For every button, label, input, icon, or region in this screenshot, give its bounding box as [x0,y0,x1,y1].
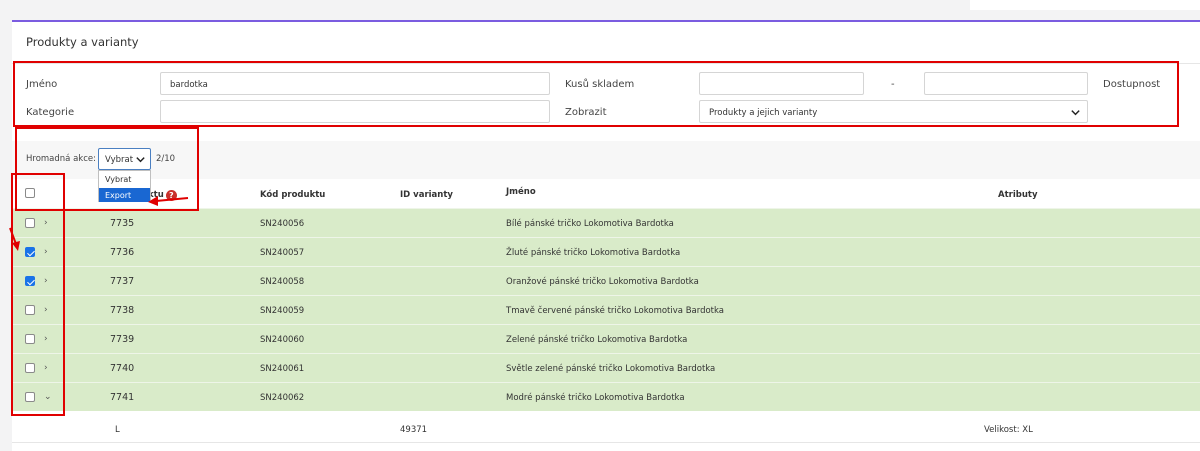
variant-attribute: Velikost: XL [984,425,1033,435]
product-code: SN240060 [260,335,305,345]
chevron-down-icon [136,157,145,163]
show-select[interactable]: Produkty a jejich varianty [699,100,1088,123]
row-checkbox[interactable] [25,305,35,315]
product-name: Zelené pánské tričko Lokomotiva Bardotka [506,335,688,345]
product-id: 7736 [110,247,135,258]
row-checkbox[interactable] [25,334,35,344]
category-input[interactable] [160,100,550,123]
chevron-right-icon[interactable]: › [44,363,48,373]
help-icon[interactable]: ? [165,190,177,201]
product-name: Tmavě červené pánské tričko Lokomotiva B… [506,306,724,316]
product-code-header[interactable]: Kód produktu [260,190,325,200]
product-name: Modré pánské tričko Lokomotiva Bardotka [506,393,685,403]
variant-row: L 49371 Velikost: XL [12,414,1200,443]
availability-label: Dostupnost [1103,79,1161,90]
product-code: SN240061 [260,364,305,374]
selection-count: 2/10 [156,154,176,164]
variant-id: 49371 [400,425,428,435]
row-checkbox[interactable] [25,218,35,228]
product-id: 7741 [110,392,135,403]
product-id: 7735 [110,218,135,229]
products-panel: Produkty a varianty Jméno bardotka Kusů … [12,20,1200,451]
bulk-action-selected: Vybrat [105,155,134,165]
table-row[interactable]: › 7737 SN240058 Oranžové pánské tričko Loko… [12,266,1200,295]
table-row[interactable]: › 7738 SN240059 Tmavě červené pánské tričko… [12,295,1200,324]
stock-label: Kusů skladem [565,79,635,90]
bulk-action-bar: Hromadná akce: Vybrat 2/10 [12,141,1200,179]
name-label: Jméno [26,79,58,90]
bulk-action-label: Hromadná akce: [26,154,96,164]
row-checkbox[interactable] [25,392,35,402]
chevron-right-icon[interactable]: › [44,305,48,315]
dropdown-option-vybrat[interactable]: Vybrat [105,175,131,184]
name-header[interactable]: Jméno [506,187,536,197]
panel-title: Produkty a varianty [26,35,139,49]
product-name: Světle zelené pánské tričko Lokomotiva B… [506,364,716,374]
table-header: ktu? Kód produktu ID varianty Jméno Atri… [12,179,1200,207]
attributes-header[interactable]: Atributy [998,190,1038,200]
stock-separator: - [891,79,895,90]
product-code: SN240058 [260,277,305,287]
product-id-header[interactable]: ktu? [148,190,177,201]
chevron-right-icon[interactable]: › [44,276,48,286]
bulk-action-dropdown: Vybrat Export [98,170,151,202]
stock-from-input[interactable] [699,72,864,95]
show-select-value: Produkty a jejich varianty [709,108,818,118]
chevron-right-icon[interactable]: › [44,247,48,257]
top-right-box [970,0,1200,10]
product-code: SN240056 [260,219,305,229]
select-all-checkbox[interactable] [25,188,35,198]
product-code: SN240059 [260,306,305,316]
variant-marker: L [115,425,120,435]
show-label: Zobrazit [565,107,607,118]
name-input[interactable]: bardotka [160,72,550,95]
product-code: SN240062 [260,393,305,403]
dropdown-option-export[interactable]: Export [99,188,150,202]
product-name: Žluté pánské tričko Lokomotiva Bardotka [506,248,681,258]
row-checkbox[interactable] [25,276,35,286]
table-row[interactable]: › 7735 SN240056 Bílé pánské tričko Lokomoti… [12,208,1200,237]
chevron-down-icon[interactable]: ⌄ [44,392,52,402]
variant-id-header[interactable]: ID varianty [400,190,453,200]
chevron-down-icon [1071,110,1080,116]
row-checkbox[interactable] [25,363,35,373]
table-row[interactable]: › 7740 SN240061 Světle zelené pánské tričko… [12,353,1200,382]
divider [12,63,1200,64]
row-checkbox[interactable] [25,247,35,257]
category-label: Kategorie [26,107,75,118]
bulk-action-select[interactable]: Vybrat [98,148,151,170]
stock-to-input[interactable] [924,72,1088,95]
product-id: 7737 [110,276,135,287]
product-code: SN240057 [260,248,305,258]
chevron-right-icon[interactable]: › [44,218,48,228]
table-row[interactable]: ⌄ 7741 SN240062 Modré pánské tričko Lokomot… [12,382,1200,411]
table-row[interactable]: › 7739 SN240060 Zelené pánské tričko Lokomo… [12,324,1200,353]
product-id: 7739 [110,334,135,345]
product-id: 7740 [110,363,135,374]
product-name: Bílé pánské tričko Lokomotiva Bardotka [506,219,674,229]
table-row[interactable]: › 7736 SN240057 Žluté pánské tričko Lokomot… [12,237,1200,266]
product-id: 7738 [110,305,135,316]
product-name: Oranžové pánské tričko Lokomotiva Bardot… [506,277,699,287]
chevron-right-icon[interactable]: › [44,334,48,344]
